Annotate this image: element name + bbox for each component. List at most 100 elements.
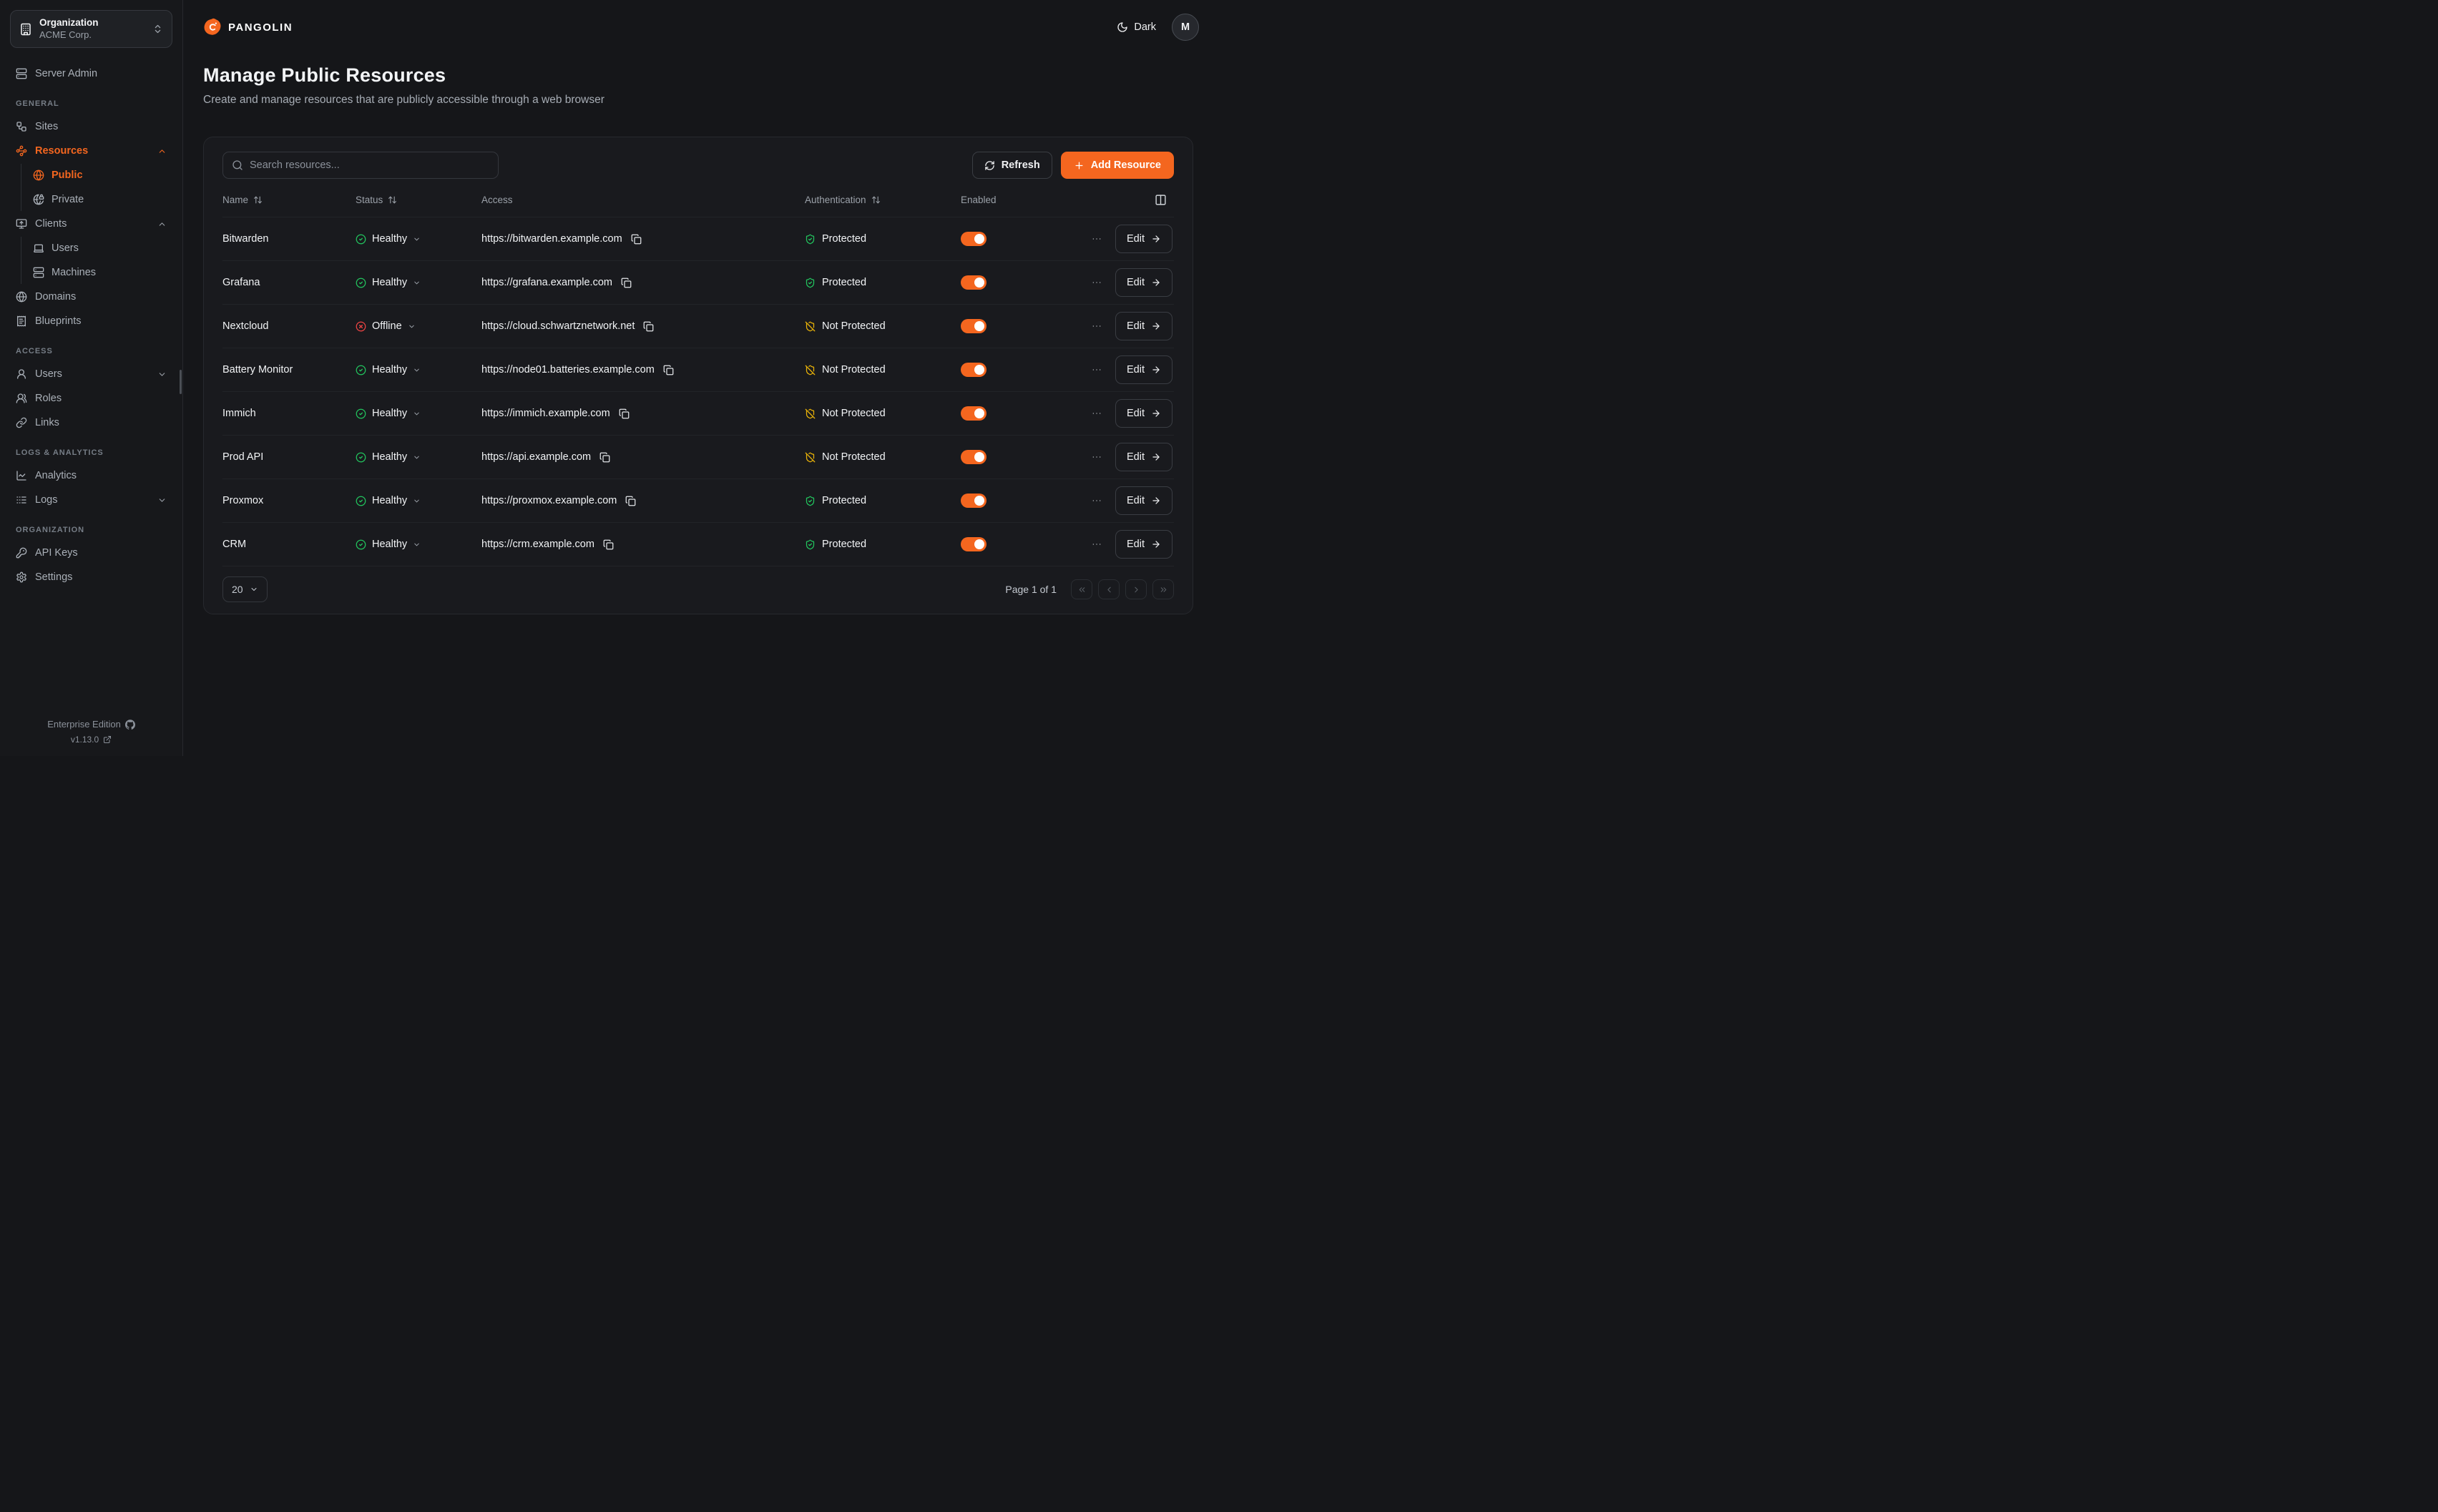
columns-icon[interactable]: [1155, 194, 1167, 206]
sidebar-item-links[interactable]: Links: [10, 411, 172, 434]
avatar[interactable]: M: [1172, 14, 1199, 41]
status-badge[interactable]: Healthy: [356, 233, 421, 245]
copy-icon[interactable]: [643, 321, 654, 332]
sidebar-item-settings[interactable]: Settings: [10, 566, 172, 589]
last-page-button[interactable]: [1152, 579, 1174, 599]
server-icon: [33, 267, 44, 278]
status-label: Healthy: [372, 408, 407, 419]
status-badge[interactable]: Healthy: [356, 364, 421, 375]
sidebar-item-analytics[interactable]: Analytics: [10, 464, 172, 487]
copy-icon[interactable]: [603, 539, 614, 550]
status-badge[interactable]: Healthy: [356, 495, 421, 506]
next-page-button[interactable]: [1125, 579, 1147, 599]
sort-icon[interactable]: [871, 195, 881, 205]
row-menu-button[interactable]: [1088, 448, 1105, 466]
enabled-toggle[interactable]: [961, 450, 987, 464]
sidebar-item-clients[interactable]: Clients: [10, 212, 172, 235]
sidebar-item-sites[interactable]: Sites: [10, 115, 172, 138]
healthy-icon: [356, 278, 366, 288]
row-menu-button[interactable]: [1088, 230, 1105, 247]
sidebar-item-domains[interactable]: Domains: [10, 285, 172, 308]
sidebar-item-server-admin[interactable]: Server Admin: [10, 62, 172, 85]
chevron-down-icon: [157, 496, 167, 505]
table-header: Name Status Access Authentication Enable…: [222, 183, 1174, 217]
org-switcher[interactable]: Organization ACME Corp.: [10, 10, 172, 48]
building-icon: [19, 23, 32, 36]
resource-url: https://proxmox.example.com: [481, 495, 617, 506]
copy-icon[interactable]: [619, 408, 630, 419]
enabled-toggle[interactable]: [961, 537, 987, 551]
resource-url: https://grafana.example.com: [481, 277, 612, 288]
sidebar-item-resources[interactable]: Resources: [10, 139, 172, 162]
sidebar-item-logs[interactable]: Logs: [10, 489, 172, 511]
enabled-toggle[interactable]: [961, 494, 987, 508]
first-page-button[interactable]: [1071, 579, 1092, 599]
sidebar-item-public[interactable]: Public: [27, 164, 172, 187]
sort-icon[interactable]: [388, 195, 397, 205]
row-menu-button[interactable]: [1088, 492, 1105, 509]
edit-button[interactable]: Edit: [1115, 399, 1173, 428]
copy-icon[interactable]: [631, 234, 642, 245]
status-badge[interactable]: Healthy: [356, 451, 421, 463]
row-menu-button[interactable]: [1088, 318, 1105, 335]
status-badge[interactable]: Healthy: [356, 277, 421, 288]
sidebar-item-roles[interactable]: Roles: [10, 387, 172, 410]
enabled-toggle[interactable]: [961, 363, 987, 377]
external-link-icon[interactable]: [103, 735, 112, 744]
copy-icon[interactable]: [599, 452, 610, 463]
sidebar-item-private[interactable]: Private: [27, 188, 172, 211]
resource-name: Immich: [222, 408, 256, 419]
shield-off-icon: [805, 452, 816, 463]
copy-icon[interactable]: [625, 496, 636, 506]
github-icon[interactable]: [125, 720, 135, 730]
sidebar-item-blueprints[interactable]: Blueprints: [10, 310, 172, 333]
sidebar-item-api-keys[interactable]: API Keys: [10, 541, 172, 564]
enabled-toggle[interactable]: [961, 319, 987, 333]
edit-button[interactable]: Edit: [1115, 225, 1173, 253]
row-menu-button[interactable]: [1088, 361, 1105, 378]
brand-logo[interactable]: PANGOLIN: [203, 18, 293, 36]
sidebar-item-users[interactable]: Users: [10, 363, 172, 386]
sidebar-item-client-users[interactable]: Users: [27, 237, 172, 260]
enabled-toggle[interactable]: [961, 275, 987, 290]
resource-table-body: Bitwarden Healthy https://bitwarden.exam…: [222, 217, 1174, 566]
row-menu-button[interactable]: [1088, 405, 1105, 422]
sidebar-item-machines[interactable]: Machines: [27, 261, 172, 284]
healthy-icon: [356, 539, 366, 550]
prev-page-button[interactable]: [1098, 579, 1120, 599]
ellipsis-icon: [1091, 408, 1102, 419]
chevron-down-icon: [413, 279, 421, 287]
theme-toggle[interactable]: Dark: [1117, 21, 1156, 33]
edit-button[interactable]: Edit: [1115, 355, 1173, 384]
page-size-select[interactable]: 20: [222, 576, 268, 602]
auth-label: Protected: [822, 233, 866, 245]
edit-button[interactable]: Edit: [1115, 443, 1173, 471]
column-header-enabled: Enabled: [961, 195, 1054, 205]
sidebar-scrollbar[interactable]: [180, 370, 182, 394]
enabled-toggle[interactable]: [961, 232, 987, 246]
user-icon: [16, 368, 27, 380]
add-resource-button[interactable]: Add Resource: [1061, 152, 1174, 179]
status-badge[interactable]: Offline: [356, 320, 416, 332]
edit-button[interactable]: Edit: [1115, 268, 1173, 297]
search-input[interactable]: [250, 159, 489, 171]
chevron-down-icon: [250, 585, 258, 594]
healthy-icon: [356, 408, 366, 419]
edit-button[interactable]: Edit: [1115, 530, 1173, 559]
auth-label: Protected: [822, 495, 866, 506]
copy-icon[interactable]: [621, 278, 632, 288]
enabled-toggle[interactable]: [961, 406, 987, 421]
edit-button[interactable]: Edit: [1115, 312, 1173, 340]
copy-icon[interactable]: [663, 365, 674, 375]
row-menu-button[interactable]: [1088, 536, 1105, 553]
edit-button[interactable]: Edit: [1115, 486, 1173, 515]
shield-off-icon: [805, 408, 816, 419]
sort-icon[interactable]: [253, 195, 263, 205]
status-badge[interactable]: Healthy: [356, 539, 421, 550]
refresh-button[interactable]: Refresh: [972, 152, 1052, 179]
chevron-down-icon: [413, 235, 421, 243]
status-badge[interactable]: Healthy: [356, 408, 421, 419]
plus-icon: [1074, 160, 1085, 171]
ellipsis-icon: [1091, 539, 1102, 550]
row-menu-button[interactable]: [1088, 274, 1105, 291]
